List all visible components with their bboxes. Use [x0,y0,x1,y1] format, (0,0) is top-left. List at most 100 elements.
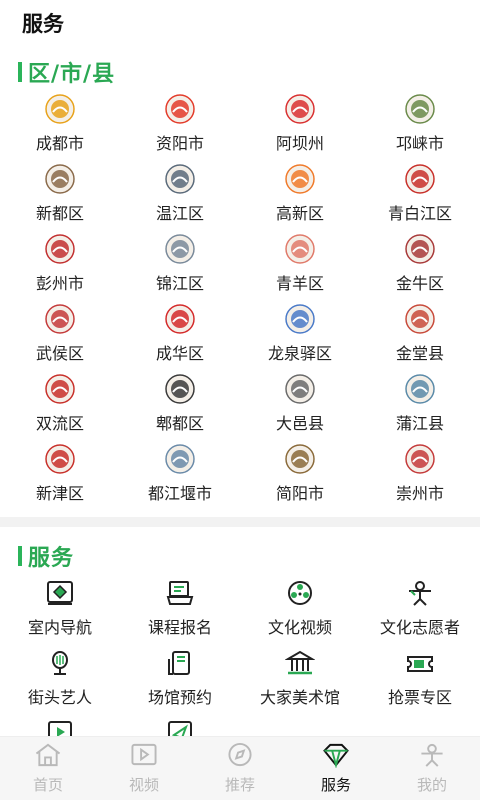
jinniu-logo [405,234,435,264]
pidu-logo [165,374,195,404]
district-label: 青羊区 [275,274,324,293]
district-item[interactable]: 双流区 [0,374,120,444]
district-item[interactable]: 武侯区 [0,304,120,374]
district-item[interactable]: 锦江区 [120,234,240,304]
district-label: 金堂县 [395,344,444,363]
service-item[interactable]: 抢票专区 [360,648,480,718]
district-label: 资阳市 [155,134,204,153]
qingyang-logo [285,234,315,264]
service-label: 抢票专区 [387,688,452,707]
district-item[interactable]: 青羊区 [240,234,360,304]
service-item[interactable]: 文化视频 [240,578,360,648]
section-accent-bar [18,62,22,82]
district-item[interactable]: 邛崃市 [360,94,480,164]
district-label: 崇州市 [395,484,444,503]
district-label: 成华区 [155,344,204,363]
xinjin-logo [45,444,75,474]
district-item[interactable]: 青白江区 [360,164,480,234]
district-label: 成都市 [35,134,84,153]
district-label: 温江区 [155,204,204,223]
tab-label: 视频 [128,776,159,794]
service-label: 大家美术馆 [259,688,340,707]
district-item[interactable]: 都江堰市 [120,444,240,514]
district-label: 青白江区 [387,204,452,223]
section-divider [0,517,480,527]
shuangliu-logo [45,374,75,404]
district-label: 郫都区 [155,414,204,433]
district-item[interactable]: 成华区 [120,304,240,374]
district-label: 金牛区 [395,274,444,293]
diamond-icon [321,742,351,772]
district-item[interactable]: 温江区 [120,164,240,234]
venue-booking-icon [164,648,196,678]
gaoxin-logo [285,164,315,194]
district-label: 武侯区 [35,344,84,363]
district-item[interactable]: 金牛区 [360,234,480,304]
district-item[interactable]: 高新区 [240,164,360,234]
volunteer-icon [404,578,436,608]
qingbaijiang-logo [405,164,435,194]
tab-compass[interactable]: 推荐 [192,737,288,800]
video-icon [129,742,159,772]
qionglai-logo [405,94,435,124]
chenghua-logo [165,304,195,334]
street-artist-icon [44,648,76,678]
tab-label: 服务 [320,776,351,794]
district-item[interactable]: 新津区 [0,444,120,514]
service-label: 室内导航 [27,618,92,637]
service-label: 街头艺人 [27,688,92,707]
district-item[interactable]: 蒲江县 [360,374,480,444]
tab-label: 我的 [416,776,447,794]
district-item[interactable]: 龙泉驿区 [240,304,360,374]
tab-profile[interactable]: 我的 [384,737,480,800]
jinjiang-logo [165,234,195,264]
district-label: 锦江区 [155,274,204,293]
districts-section-header: 区/市/县 [18,56,115,88]
tab-diamond[interactable]: 服务 [288,737,384,800]
course-signup-icon [164,578,196,608]
district-label: 双流区 [35,414,84,433]
district-item[interactable]: 成都市 [0,94,120,164]
bottom-tab-bar: 首页 视频 推荐 服务 我的 [0,736,480,800]
district-item[interactable]: 阿坝州 [240,94,360,164]
wuhou-logo [45,304,75,334]
longquanyi-logo [285,304,315,334]
district-item[interactable]: 大邑县 [240,374,360,444]
ziyang-logo [165,94,195,124]
jintang-logo [405,304,435,334]
art-museum-icon [284,648,316,678]
service-item[interactable]: 场馆预约 [120,648,240,718]
district-item[interactable]: 金堂县 [360,304,480,374]
service-item[interactable]: 街头艺人 [0,648,120,718]
section-accent-bar [18,546,22,566]
district-label: 邛崃市 [395,134,444,153]
ticket-icon [404,648,436,678]
jianyang-logo [285,444,315,474]
district-item[interactable]: 崇州市 [360,444,480,514]
service-item[interactable]: 文化志愿者 [360,578,480,648]
services-section-title: 服务 [28,546,75,571]
district-item[interactable]: 简阳市 [240,444,360,514]
chengdu-logo [45,94,75,124]
service-item[interactable]: 课程报名 [120,578,240,648]
district-item[interactable]: 资阳市 [120,94,240,164]
service-label: 场馆预约 [147,688,212,707]
dayi-logo [285,374,315,404]
district-item[interactable]: 郫都区 [120,374,240,444]
district-label: 大邑县 [275,414,324,433]
district-grid: 成都市 资阳市 阿坝州 邛崃市新都区 温江区 高新区 青白江区彭州市 锦江区 青羊区 金牛区武侯区… [0,94,480,514]
dujiangyan-logo [165,444,195,474]
district-label: 龙泉驿区 [267,344,332,363]
tab-video[interactable]: 视频 [96,737,192,800]
district-label: 新津区 [35,484,84,503]
district-label: 高新区 [275,204,324,223]
pujiang-logo [405,374,435,404]
district-item[interactable]: 彭州市 [0,234,120,304]
compass-icon [225,742,255,772]
district-item[interactable]: 新都区 [0,164,120,234]
tab-home[interactable]: 首页 [0,737,96,800]
service-item[interactable]: 大家美术馆 [240,648,360,718]
pengzhou-logo [45,234,75,264]
service-label: 文化视频 [267,618,332,637]
service-item[interactable]: 室内导航 [0,578,120,648]
